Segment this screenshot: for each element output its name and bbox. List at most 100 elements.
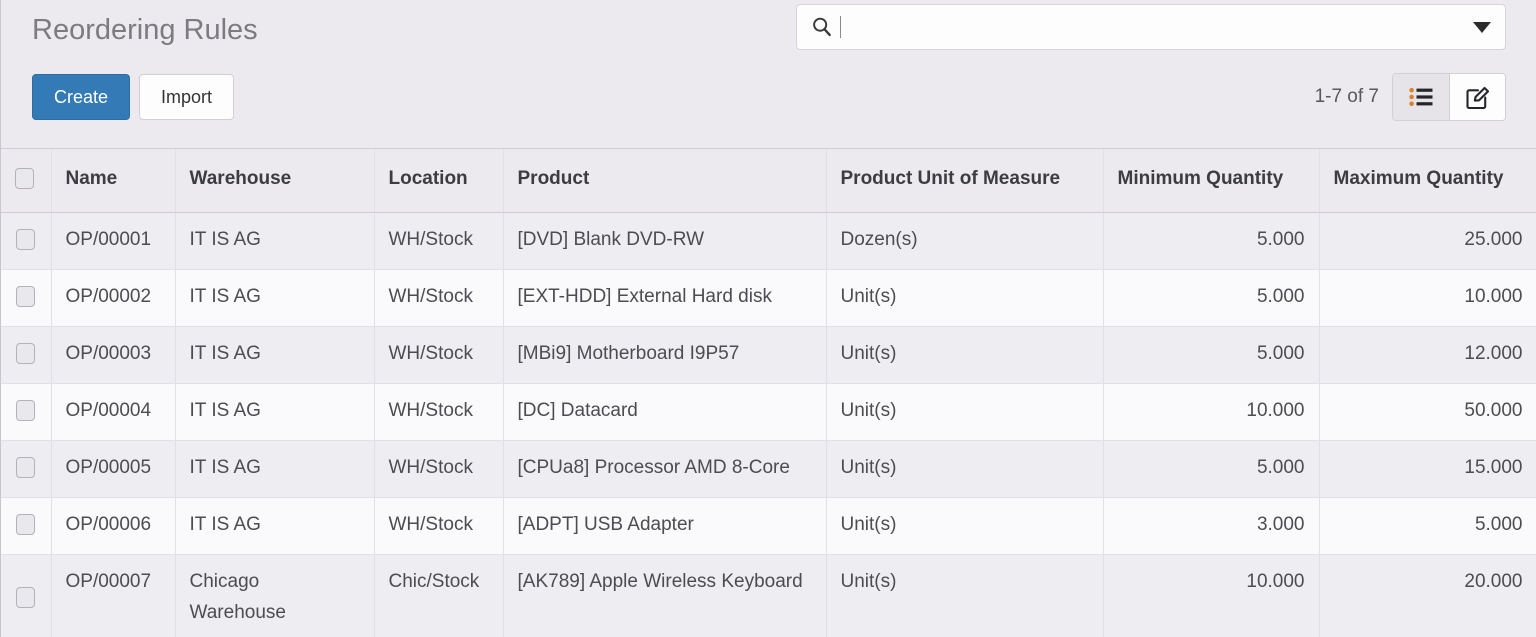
cell-min: 5.000 xyxy=(1103,440,1320,498)
cell-loc: WH/Stock xyxy=(374,269,504,327)
cell-uom: Dozen(s) xyxy=(826,212,1104,270)
row-select-cell xyxy=(1,440,52,498)
form-view-icon xyxy=(1466,86,1490,109)
page-title: Reordering Rules xyxy=(32,14,258,46)
search-bar[interactable] xyxy=(796,4,1506,50)
cell-max: 5.000 xyxy=(1319,497,1536,555)
cell-wh: Chicago Warehouse xyxy=(175,554,375,637)
cell-max: 10.000 xyxy=(1319,269,1536,327)
control-panel: Reordering Rules Create Import 1-7 of 7 xyxy=(1,0,1536,148)
search-dropdown-toggle[interactable] xyxy=(1471,17,1493,37)
cell-loc: WH/Stock xyxy=(374,497,504,555)
cell-max: 50.000 xyxy=(1319,383,1536,441)
select-all-header xyxy=(1,149,52,213)
cell-loc: WH/Stock xyxy=(374,440,504,498)
search-input-wrap[interactable] xyxy=(840,5,1465,49)
reordering-rules-table: Name Warehouse Location Product Product … xyxy=(1,149,1536,637)
row-select-checkbox[interactable] xyxy=(16,400,36,422)
cell-prod: [EXT-HDD] External Hard disk xyxy=(503,269,827,327)
row-select-cell xyxy=(1,326,52,384)
cell-name: OP/00001 xyxy=(51,212,176,270)
cell-wh: IT IS AG xyxy=(175,269,375,327)
row-select-cell xyxy=(1,383,52,441)
cell-min: 5.000 xyxy=(1103,212,1320,270)
cell-wh: IT IS AG xyxy=(175,326,375,384)
list-view-button[interactable] xyxy=(1393,74,1449,120)
cell-prod: [AK789] Apple Wireless Keyboard xyxy=(503,554,827,637)
cell-loc: WH/Stock xyxy=(374,326,504,384)
cell-wh: IT IS AG xyxy=(175,383,375,441)
cell-uom: Unit(s) xyxy=(826,383,1104,441)
column-header-minimum-quantity[interactable]: Minimum Quantity xyxy=(1103,149,1320,213)
column-header-product[interactable]: Product xyxy=(503,149,827,213)
row-select-cell xyxy=(1,212,52,270)
table-row[interactable]: OP/00002 IT IS AG WH/Stock [EXT-HDD] Extern… xyxy=(1,269,1536,327)
table-row[interactable]: OP/00005 IT IS AG WH/Stock [CPUa8] Processo… xyxy=(1,440,1536,498)
column-header-uom[interactable]: Product Unit of Measure xyxy=(826,149,1104,213)
cell-wh: IT IS AG xyxy=(175,212,375,270)
cell-name: OP/00006 xyxy=(51,497,176,555)
import-button[interactable]: Import xyxy=(139,74,235,120)
cell-name: OP/00005 xyxy=(51,440,176,498)
row-select-cell xyxy=(1,497,52,555)
cell-prod: [DVD] Blank DVD-RW xyxy=(503,212,827,270)
cell-name: OP/00004 xyxy=(51,383,176,441)
cell-min: 3.000 xyxy=(1103,497,1320,555)
cell-prod: [DC] Datacard xyxy=(503,383,827,441)
cell-uom: Unit(s) xyxy=(826,554,1104,637)
cell-max: 25.000 xyxy=(1319,212,1536,270)
row-select-checkbox[interactable] xyxy=(16,229,36,251)
list-view-icon xyxy=(1408,87,1432,107)
table-row[interactable]: OP/00004 IT IS AG WH/Stock [DC] Datacard Uni… xyxy=(1,383,1536,441)
cell-name: OP/00003 xyxy=(51,326,176,384)
row-select-checkbox[interactable] xyxy=(16,286,36,308)
form-view-button[interactable] xyxy=(1449,74,1505,120)
table-row[interactable]: OP/00001 IT IS AG WH/Stock [DVD] Blank DVD-… xyxy=(1,212,1536,270)
cell-prod: [ADPT] USB Adapter xyxy=(503,497,827,555)
cell-wh: IT IS AG xyxy=(175,497,375,555)
cell-max: 15.000 xyxy=(1319,440,1536,498)
cell-loc: Chic/Stock xyxy=(374,554,504,637)
list-view: Name Warehouse Location Product Product … xyxy=(1,148,1536,637)
table-header-row: Name Warehouse Location Product Product … xyxy=(1,149,1536,213)
pager-and-views: 1-7 of 7 xyxy=(1315,73,1506,121)
cell-name: OP/00002 xyxy=(51,269,176,327)
cell-uom: Unit(s) xyxy=(826,326,1104,384)
column-header-warehouse[interactable]: Warehouse xyxy=(175,149,375,213)
cell-uom: Unit(s) xyxy=(826,440,1104,498)
action-buttons: Create Import xyxy=(32,74,235,120)
table-row[interactable]: OP/00003 IT IS AG WH/Stock [MBi9] Motherboa… xyxy=(1,326,1536,384)
row-select-cell xyxy=(1,554,52,637)
table-header: Name Warehouse Location Product Product … xyxy=(1,149,1536,213)
pager[interactable]: 1-7 of 7 xyxy=(1315,74,1379,120)
search-input[interactable] xyxy=(841,5,1465,49)
control-panel-right: 1-7 of 7 xyxy=(796,0,1514,148)
row-select-checkbox[interactable] xyxy=(16,343,36,365)
create-button[interactable]: Create xyxy=(32,74,131,120)
table-row[interactable]: OP/00006 IT IS AG WH/Stock [ADPT] USB Adapt… xyxy=(1,497,1536,555)
row-select-checkbox[interactable] xyxy=(16,457,36,479)
cell-min: 5.000 xyxy=(1103,269,1320,327)
cell-uom: Unit(s) xyxy=(826,269,1104,327)
cell-min: 10.000 xyxy=(1103,554,1320,637)
cell-prod: [MBi9] Motherboard I9P57 xyxy=(503,326,827,384)
row-select-checkbox[interactable] xyxy=(16,586,36,608)
cell-name: OP/00007 xyxy=(51,554,176,637)
column-header-name[interactable]: Name xyxy=(51,149,176,213)
row-select-checkbox[interactable] xyxy=(16,514,36,536)
reordering-rules-page: Reordering Rules Create Import 1-7 of 7 … xyxy=(0,0,1536,637)
view-switcher xyxy=(1392,73,1506,121)
cell-wh: IT IS AG xyxy=(175,440,375,498)
cell-loc: WH/Stock xyxy=(374,383,504,441)
column-header-maximum-quantity[interactable]: Maximum Quantity xyxy=(1319,149,1536,213)
column-header-location[interactable]: Location xyxy=(374,149,504,213)
cell-prod: [CPUa8] Processor AMD 8-Core xyxy=(503,440,827,498)
select-all-checkbox[interactable] xyxy=(15,168,34,190)
cell-uom: Unit(s) xyxy=(826,497,1104,555)
cell-loc: WH/Stock xyxy=(374,212,504,270)
cell-min: 5.000 xyxy=(1103,326,1320,384)
cell-max: 20.000 xyxy=(1319,554,1536,637)
table-row[interactable]: OP/00007 Chicago Warehouse Chic/Stock [AK78… xyxy=(1,554,1536,637)
row-select-cell xyxy=(1,269,52,327)
cell-max: 12.000 xyxy=(1319,326,1536,384)
